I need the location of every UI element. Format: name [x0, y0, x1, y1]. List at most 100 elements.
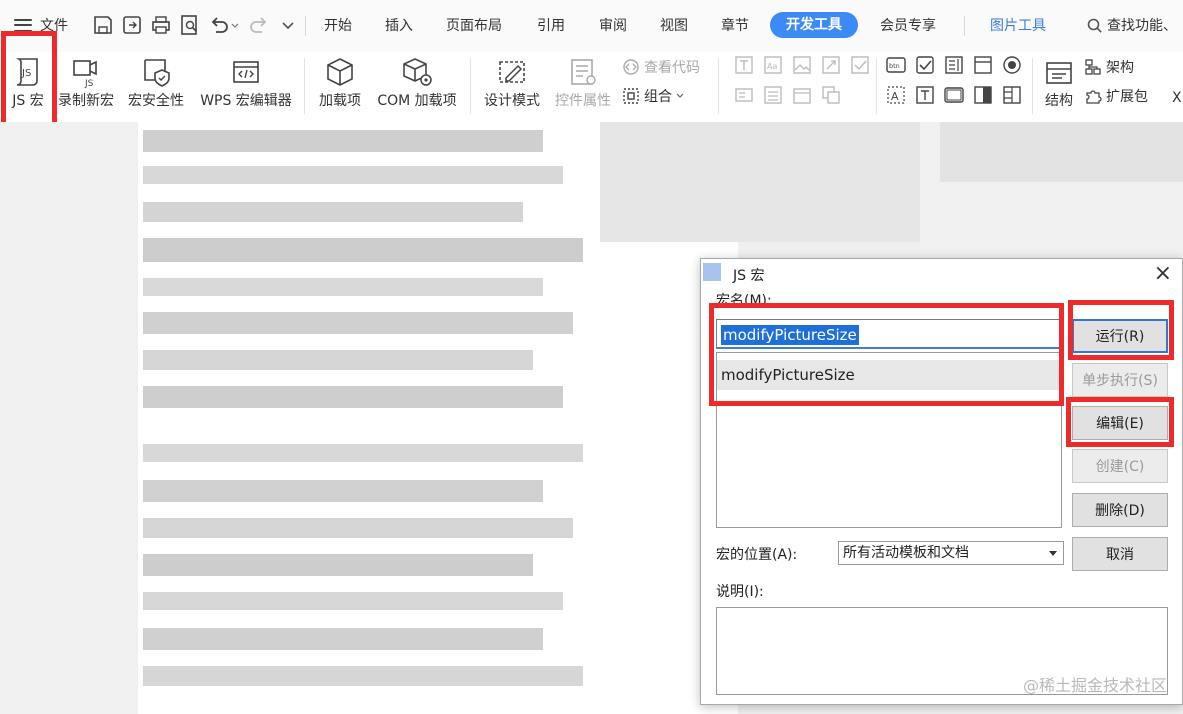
extension-pack-button[interactable]: 扩展包 [1084, 85, 1148, 107]
macro-security-button[interactable]: 宏安全性 [124, 52, 188, 110]
checkbox-icon[interactable] [915, 55, 935, 75]
divider [470, 58, 471, 114]
extension-pack-label: 扩展包 [1106, 89, 1148, 105]
list-item[interactable]: modifyPictureSize [717, 360, 1061, 390]
js-macro-label: JS 宏 [12, 93, 44, 109]
save-icon[interactable] [92, 14, 114, 36]
blurred-text [143, 480, 543, 502]
structure-button[interactable]: 结构 [1040, 52, 1078, 110]
edit-button[interactable]: 编辑(E) [1072, 406, 1168, 440]
addins-label: 加载项 [319, 93, 361, 109]
cube-gear-icon [403, 58, 432, 86]
dialog-titlebar: JS 宏 × [701, 259, 1182, 289]
hamburger-icon [14, 18, 32, 32]
record-macro-icon: JS [73, 60, 97, 88]
macro-name-input[interactable]: modifyPictureSize [716, 319, 1062, 349]
tab-picture-tools[interactable]: 图片工具 [990, 14, 1046, 38]
blurred-text [143, 554, 533, 576]
tab-member[interactable]: 会员专享 [880, 14, 936, 38]
svg-text:JS: JS [21, 68, 31, 79]
group-button[interactable]: 组合 [622, 85, 684, 107]
design-mode-icon [499, 61, 525, 83]
export-icon[interactable] [121, 14, 143, 36]
structure-label: 结构 [1045, 93, 1073, 109]
listbox-icon[interactable] [944, 55, 964, 75]
architecture-button[interactable]: 架构 [1084, 56, 1134, 78]
search-box[interactable]: 查找功能、 [1087, 14, 1177, 38]
group-label: 组合 [644, 89, 672, 105]
scrollbar-icon[interactable] [1002, 85, 1022, 105]
blurred-text [600, 122, 920, 242]
view-code-icon [623, 59, 639, 75]
blurred-text [940, 122, 1183, 182]
blurred-text [143, 628, 543, 650]
label-control-icon[interactable]: A [886, 85, 906, 105]
button-control-icon[interactable]: btn [886, 55, 906, 75]
divider [718, 58, 719, 114]
architecture-label: 架构 [1106, 60, 1134, 76]
properties-icon [571, 59, 596, 85]
blurred-text [143, 444, 583, 462]
cancel-button[interactable]: 取消 [1072, 537, 1168, 571]
js-macro-button[interactable]: JS JS 宏 [6, 52, 50, 110]
close-icon[interactable]: × [1154, 261, 1172, 286]
menu-bar: 文件 开始 插入 页面布局 引用 审阅 视图 章节 开发工具 会员专享 图片工具… [0, 0, 1183, 52]
addins-button[interactable]: 加载项 [315, 52, 365, 110]
repeating-control-icon[interactable] [821, 85, 841, 105]
tab-developer-tools[interactable]: 开发工具 [770, 12, 858, 38]
dialog-title: JS 宏 [733, 268, 765, 284]
app-icon [703, 263, 721, 281]
undo-icon[interactable] [208, 14, 230, 36]
textbox-icon[interactable] [915, 85, 935, 105]
rich-text-control-icon[interactable]: Aa [763, 55, 783, 75]
checkbox-control-icon[interactable] [850, 55, 870, 75]
blurred-text [143, 518, 573, 538]
blurred-text [143, 592, 563, 610]
date-control-icon[interactable] [792, 85, 812, 105]
chevron-down-icon [1049, 551, 1057, 556]
group-icon [623, 88, 639, 104]
picture-control-icon[interactable] [792, 55, 812, 75]
macro-location-value: 所有活动模板和文档 [843, 545, 969, 561]
macro-list[interactable]: modifyPictureSize [716, 352, 1062, 528]
customize-chevron-icon[interactable] [280, 14, 296, 36]
more-ribbon-button[interactable]: X [1172, 87, 1182, 109]
tab-references[interactable]: 引用 [537, 14, 565, 38]
step-into-button[interactable]: 单步执行(S) [1072, 363, 1168, 397]
macro-name-label: 宏名(M): [716, 293, 772, 309]
view-code-label: 查看代码 [644, 60, 700, 76]
file-menu-button[interactable]: 文件 [14, 14, 68, 36]
combo-control-icon[interactable] [734, 85, 754, 105]
design-mode-button[interactable]: 设计模式 [481, 52, 543, 110]
text-control-icon[interactable] [734, 55, 754, 75]
divider [876, 58, 877, 114]
svg-text:JS: JS [84, 79, 94, 88]
control-properties-button[interactable]: 控件属性 [551, 52, 615, 110]
tab-review[interactable]: 审阅 [599, 14, 627, 38]
create-button[interactable]: 创建(C) [1072, 449, 1168, 483]
wps-macro-editor-button[interactable]: WPS 宏编辑器 [196, 52, 296, 110]
spin-button-icon[interactable] [973, 85, 993, 105]
tab-home[interactable]: 开始 [324, 14, 352, 38]
tab-chapter[interactable]: 章节 [721, 14, 749, 38]
building-block-control-icon[interactable] [821, 55, 841, 75]
list-control-icon[interactable] [763, 85, 783, 105]
wps-macro-editor-label: WPS 宏编辑器 [200, 93, 292, 109]
macro-location-select[interactable]: 所有活动模板和文档 [838, 541, 1064, 565]
com-addins-button[interactable]: COM 加载项 [372, 52, 462, 110]
blurred-text [143, 202, 523, 222]
undo-dropdown-icon[interactable] [230, 14, 240, 36]
run-button[interactable]: 运行(R) [1072, 319, 1168, 353]
tab-view[interactable]: 视图 [660, 14, 688, 38]
print-preview-icon[interactable] [179, 14, 201, 36]
record-macro-button[interactable]: JS 录制新宏 [55, 52, 117, 110]
tab-insert[interactable]: 插入 [385, 14, 413, 38]
toggle-button-icon[interactable] [944, 85, 964, 105]
delete-button[interactable]: 删除(D) [1072, 493, 1168, 527]
frame-icon[interactable] [973, 55, 993, 75]
print-icon[interactable] [150, 14, 172, 36]
redo-icon[interactable] [248, 14, 270, 36]
view-code-button[interactable]: 查看代码 [622, 56, 700, 78]
radio-button-icon[interactable] [1002, 55, 1022, 75]
tab-page-layout[interactable]: 页面布局 [446, 14, 502, 38]
